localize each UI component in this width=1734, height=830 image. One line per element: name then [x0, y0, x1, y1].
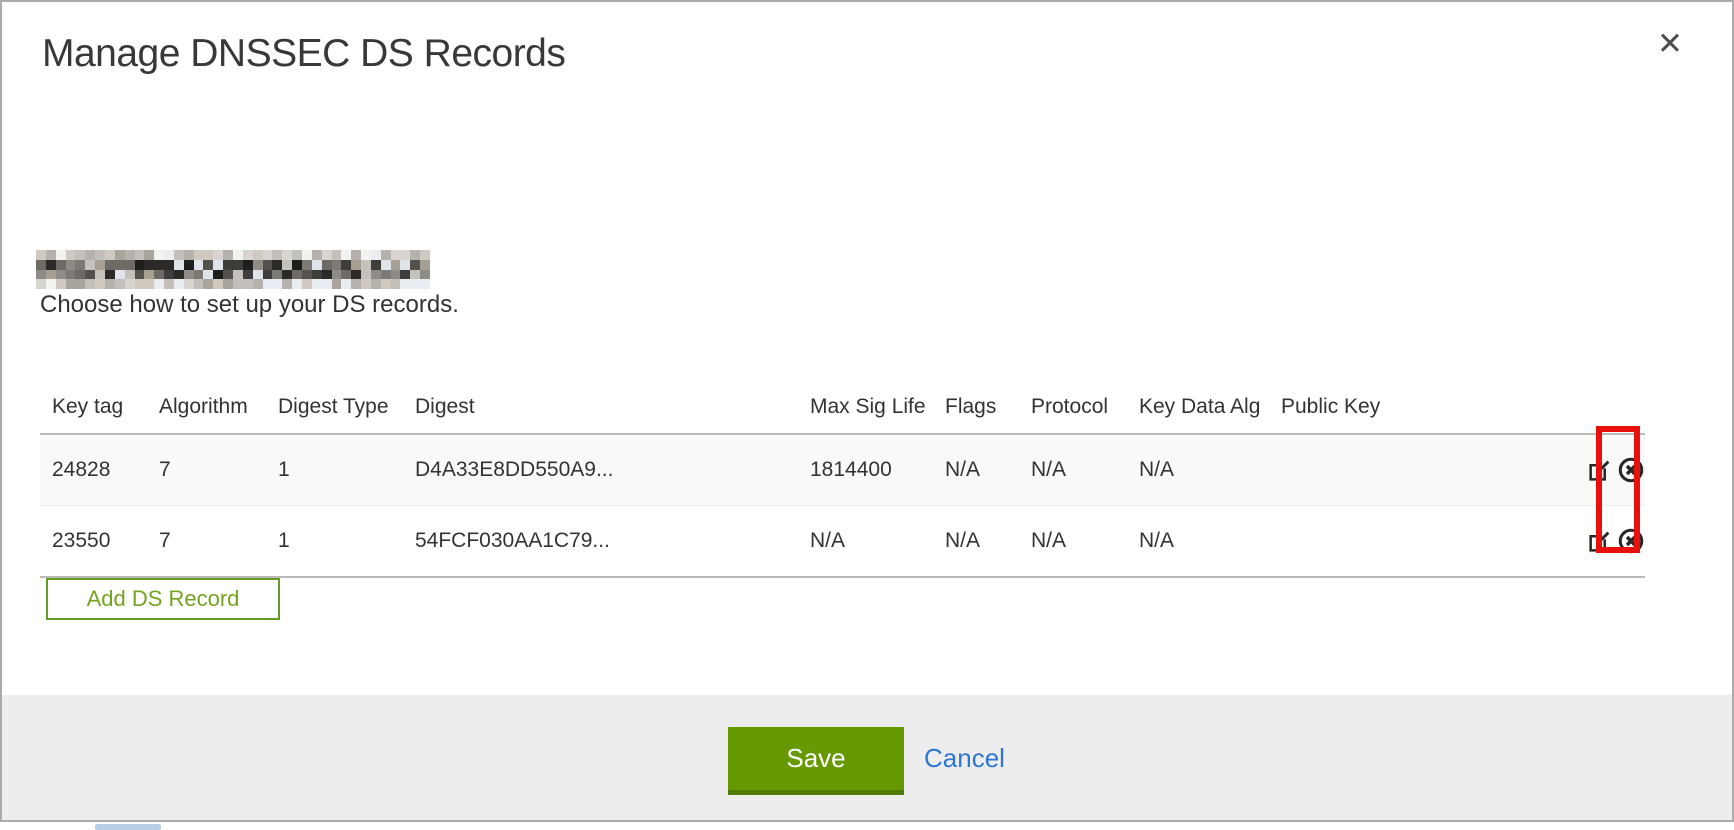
- dialog-title: Manage DNSSEC DS Records: [42, 32, 565, 76]
- dialog-footer: Save Cancel: [2, 695, 1732, 820]
- cell-protocol: N/A: [1019, 434, 1127, 506]
- ds-records-table: Key tagAlgorithmDigest TypeDigestMax Sig…: [40, 367, 1645, 578]
- circle-x-icon: [1617, 527, 1645, 555]
- cell-key-data-alg: N/A: [1127, 434, 1269, 506]
- cell-key-tag: 24828: [40, 434, 147, 506]
- manage-dnssec-dialog: Manage DNSSEC DS Records ✕ Choose how to…: [0, 0, 1734, 822]
- column-header-key-tag: Key tag: [40, 367, 147, 434]
- add-ds-record-button[interactable]: Add DS Record: [46, 578, 280, 620]
- column-header-protocol: Protocol: [1019, 367, 1127, 434]
- cell-protocol: N/A: [1019, 506, 1127, 578]
- cell-actions: [1608, 506, 1645, 578]
- cell-flags: N/A: [933, 506, 1019, 578]
- pencil-square-icon: [1587, 529, 1612, 554]
- save-button[interactable]: Save: [728, 727, 904, 795]
- redacted-domain-name: [36, 250, 430, 289]
- cell-max-sig-life: 1814400: [798, 434, 933, 506]
- column-header-key-data-alg: Key Data Alg: [1127, 367, 1269, 434]
- close-icon[interactable]: ✕: [1650, 24, 1690, 64]
- cell-key-tag: 23550: [40, 506, 147, 578]
- cell-digest-type: 1: [266, 506, 403, 578]
- cell-public-key: [1269, 506, 1608, 578]
- cell-flags: N/A: [933, 434, 1019, 506]
- table-row: 2482871D4A33E8DD550A9...1814400N/AN/AN/A: [40, 434, 1645, 506]
- column-header-digest: Digest: [403, 367, 798, 434]
- column-header-flags: Flags: [933, 367, 1019, 434]
- table-row: 235507154FCF030AA1C79...N/AN/AN/AN/A: [40, 506, 1645, 578]
- column-header-actions: [1608, 367, 1645, 434]
- column-header-algorithm: Algorithm: [147, 367, 266, 434]
- cell-public-key: [1269, 434, 1608, 506]
- cell-digest-type: 1: [266, 434, 403, 506]
- column-header-max-sig-life: Max Sig Life: [798, 367, 933, 434]
- background-page-artifact: [95, 824, 161, 830]
- column-header-digest-type: Digest Type: [266, 367, 403, 434]
- cell-actions: [1608, 434, 1645, 506]
- column-header-public-key: Public Key: [1269, 367, 1608, 434]
- instruction-text: Choose how to set up your DS records.: [40, 291, 459, 319]
- cell-digest: D4A33E8DD550A9...: [403, 434, 798, 506]
- edit-record-button[interactable]: [1587, 456, 1612, 484]
- pencil-square-icon: [1587, 458, 1612, 483]
- cell-max-sig-life: N/A: [798, 506, 933, 578]
- table-header: Key tagAlgorithmDigest TypeDigestMax Sig…: [40, 367, 1645, 434]
- cell-digest: 54FCF030AA1C79...: [403, 506, 798, 578]
- cell-algorithm: 7: [147, 434, 266, 506]
- circle-x-icon: [1617, 456, 1645, 484]
- cell-algorithm: 7: [147, 506, 266, 578]
- delete-record-button[interactable]: [1617, 456, 1645, 484]
- cancel-link[interactable]: Cancel: [924, 727, 1005, 790]
- delete-record-button[interactable]: [1617, 527, 1645, 555]
- edit-record-button[interactable]: [1587, 527, 1612, 555]
- cell-key-data-alg: N/A: [1127, 506, 1269, 578]
